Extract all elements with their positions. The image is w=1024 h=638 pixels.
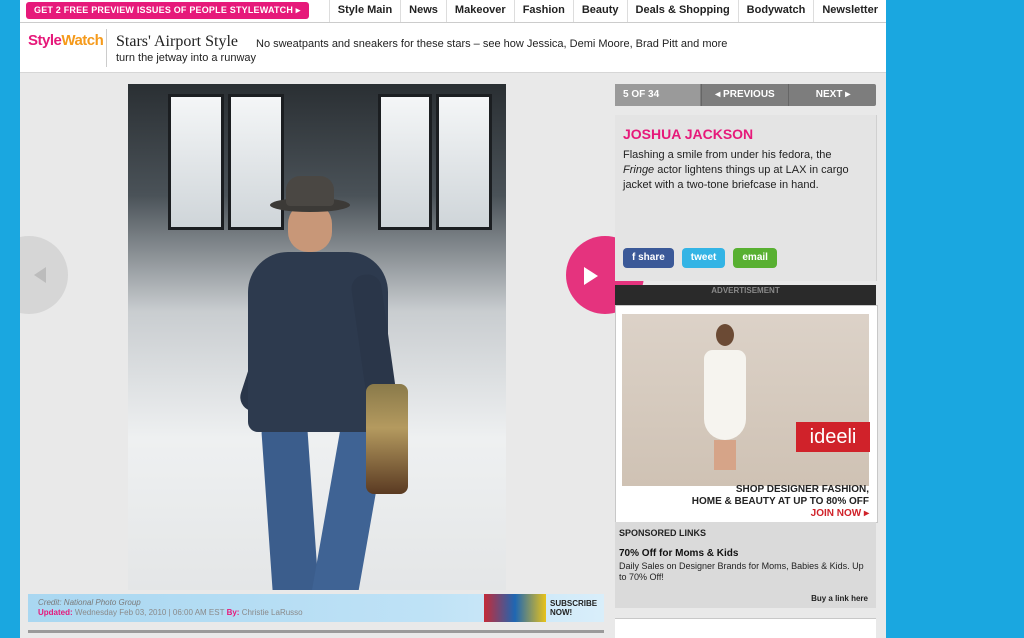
ad-model-image: ideeli [622, 314, 870, 486]
background-window [378, 94, 432, 230]
next-button[interactable]: NEXT ▸ [788, 84, 877, 106]
next-module-peek [615, 618, 876, 638]
caption-text: actor lightens things up at LAX in cargo… [623, 164, 849, 191]
person-leg [261, 422, 321, 590]
preview-issues-promo-button[interactable]: GET 2 FREE PREVIEW ISSUES OF PEOPLE STYL… [26, 2, 309, 19]
author-name[interactable]: Christie LaRusso [242, 608, 303, 617]
subscribe-link[interactable]: SUBSCRIBE NOW! [550, 599, 597, 617]
ad-subline: HOME & BEAUTY AT UP TO 80% OFF [691, 496, 869, 507]
sponsored-links-heading: SPONSORED LINKS [619, 528, 707, 538]
background-window [168, 94, 224, 230]
ad-join-now-link[interactable]: JOIN NOW ▸ [811, 508, 869, 519]
prev-photo-arrow[interactable] [20, 236, 68, 314]
background-window [228, 94, 284, 230]
photo-credit-bar: Credit: National Photo Group Updated: We… [28, 594, 604, 622]
caption-show-title: Fringe [623, 164, 655, 176]
email-share-button[interactable]: email [733, 248, 777, 268]
photo-caption: Flashing a smile from under his fedora, … [623, 148, 863, 193]
nav-style-main[interactable]: Style Main [328, 0, 400, 22]
gallery-pager: 5 OF 34 ◂ PREVIOUS NEXT ▸ [615, 84, 876, 106]
model-legs [714, 440, 736, 470]
sponsored-link-title[interactable]: 70% Off for Moms & Kids [619, 548, 738, 559]
caption-text: Flashing a smile from under his fedora, … [623, 149, 832, 161]
magazine-cover-thumbnail[interactable] [484, 594, 546, 622]
caption-panel: JOSHUA JACKSON Flashing a smile from und… [615, 115, 877, 281]
page: GET 2 FREE PREVIEW ISSUES OF PEOPLE STYL… [20, 0, 886, 638]
main-nav: Style Main News Makeover Fashion Beauty … [328, 0, 886, 22]
tweet-button[interactable]: tweet [681, 248, 726, 268]
right-arrow-icon [584, 267, 598, 285]
previous-button[interactable]: ◂ PREVIOUS [701, 84, 788, 106]
nav-news[interactable]: News [400, 0, 446, 22]
buy-a-link[interactable]: Buy a link here [811, 594, 868, 603]
left-arrow-icon [34, 267, 46, 283]
nav-bodywatch[interactable]: Bodywatch [737, 0, 814, 22]
sponsored-links: SPONSORED LINKS 70% Off for Moms & Kids … [615, 522, 876, 608]
celebrity-name: JOSHUA JACKSON [623, 126, 754, 142]
top-nav-bar: GET 2 FREE PREVIEW ISSUES OF PEOPLE STYL… [20, 0, 886, 23]
gallery-description: No sweatpants and sneakers for these sta… [116, 38, 728, 64]
nav-beauty[interactable]: Beauty [572, 0, 627, 22]
subscribe-label: SUBSCRIBE [550, 599, 598, 608]
stylewatch-logo[interactable]: StyleWatch [28, 32, 104, 49]
share-buttons: f share tweet email [623, 248, 777, 268]
nav-deals-shopping[interactable]: Deals & Shopping [626, 0, 738, 22]
advertisement-label: ADVERTISEMENT [615, 285, 876, 305]
slide-counter: 5 OF 34 [615, 84, 700, 106]
gallery-photo[interactable] [128, 84, 506, 590]
logo-watch-text: Watch [61, 32, 104, 49]
by-label: By: [226, 608, 240, 617]
divider [28, 630, 604, 633]
facebook-share-button[interactable]: f share [623, 248, 674, 268]
updated-label: Updated: [38, 608, 73, 617]
logo-style-text: Style [28, 32, 62, 49]
ideeli-logo: ideeli [796, 422, 870, 452]
background-window [436, 94, 492, 230]
gallery-title-bar: StyleWatch Stars' Airport Style No sweat… [20, 23, 886, 73]
divider [106, 29, 107, 67]
photo-credit: Credit: National Photo Group [38, 598, 141, 607]
nav-fashion[interactable]: Fashion [513, 0, 573, 22]
person-briefcase [366, 384, 408, 494]
nav-newsletter[interactable]: Newsletter [813, 0, 886, 22]
ad-headline: SHOP DESIGNER FASHION, [735, 484, 869, 495]
nav-makeover[interactable]: Makeover [445, 0, 514, 22]
model-head [716, 324, 734, 346]
updated-line: Updated: Wednesday Feb 03, 2010 | 06:00 … [38, 608, 303, 617]
model-dress [704, 350, 746, 440]
advertisement-banner[interactable]: ideeli SHOP DESIGNER FASHION, HOME & BEA… [615, 305, 878, 523]
fedora-hat [286, 176, 334, 206]
subscribe-now-label: NOW! [550, 608, 573, 617]
sponsored-link-body: Daily Sales on Designer Brands for Moms,… [619, 561, 864, 582]
updated-date: Wednesday Feb 03, 2010 | 06:00 AM EST [74, 608, 225, 617]
